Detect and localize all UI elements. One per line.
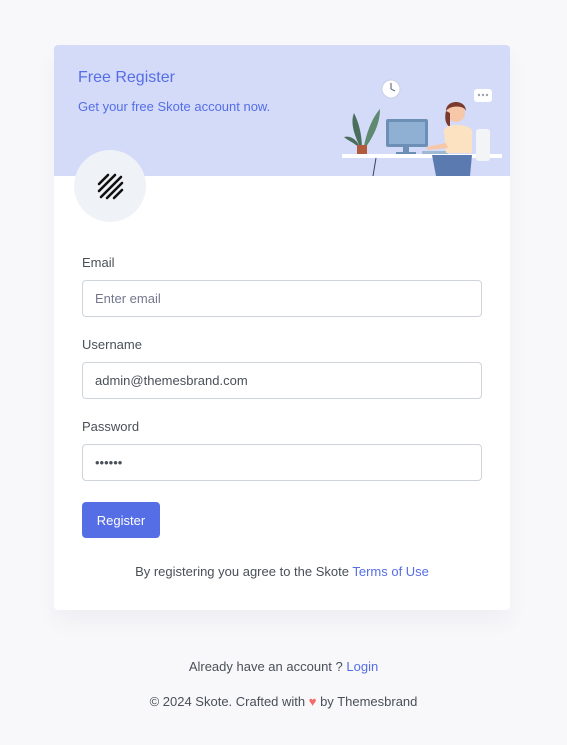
email-group: Email [82, 255, 482, 317]
copyright-suffix: by Themesbrand [316, 694, 418, 709]
register-button[interactable]: Register [82, 502, 160, 538]
register-card: Free Register Get your free Skote accoun… [54, 45, 510, 610]
password-label: Password [82, 419, 140, 434]
username-group: Username admin@themesbrand.com [82, 337, 482, 399]
page-title: Free Register [78, 69, 175, 86]
email-label: Email [82, 255, 115, 270]
password-group: Password •••••• [82, 419, 482, 481]
copyright: © 2024 Skote. Crafted with ♥ by Themesbr… [0, 694, 567, 709]
login-prompt-text: Already have an account ? [188, 659, 347, 674]
profile-illustration [342, 79, 502, 176]
email-input[interactable] [82, 280, 482, 317]
terms-link[interactable]: Terms of Use [352, 564, 429, 579]
page-subtitle: Get your free Skote account now. [78, 99, 271, 114]
login-link[interactable]: Login [346, 659, 378, 674]
username-label: Username [82, 337, 142, 352]
login-prompt: Already have an account ? Login [0, 659, 567, 674]
username-input[interactable]: admin@themesbrand.com [82, 362, 482, 399]
register-form: Email Username admin@themesbrand.com Pas… [82, 255, 482, 501]
logo-avatar [74, 150, 146, 222]
terms-prefix: By registering you agree to the Skote [135, 564, 353, 579]
copyright-prefix: © 2024 Skote. Crafted with [149, 694, 309, 709]
logo-icon [97, 173, 124, 200]
password-input[interactable]: •••••• [82, 444, 482, 481]
terms-text: By registering you agree to the Skote Te… [54, 564, 510, 579]
